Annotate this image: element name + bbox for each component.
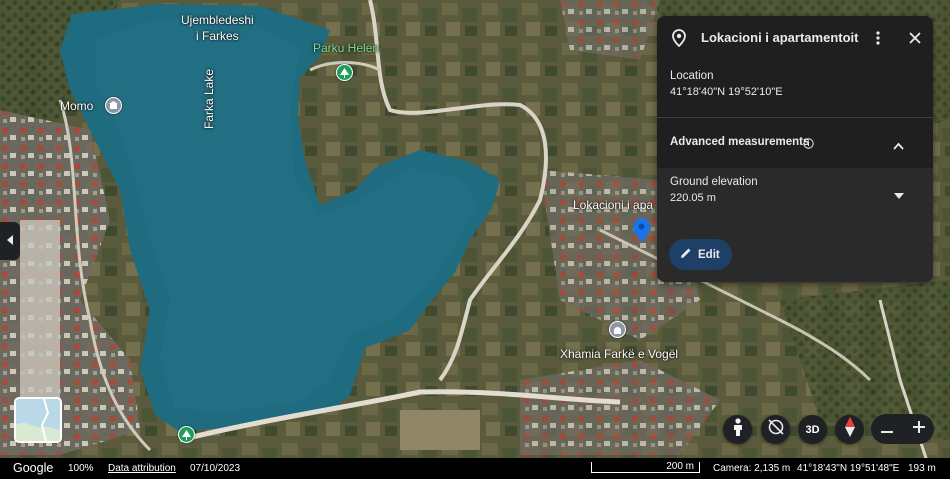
edit-label: Edit	[698, 248, 720, 261]
advanced-measurements-toggle[interactable]: Advanced measurements	[657, 124, 933, 160]
zoom-in-button[interactable]	[903, 414, 934, 444]
pencil-icon	[680, 246, 692, 264]
restaurant-icon[interactable]	[105, 97, 122, 114]
mosque-label[interactable]: Xhamia Farkë e Vogël	[560, 347, 678, 361]
panel-title: Lokacioni i apartamentoit	[701, 30, 859, 45]
scale-label: 200 m	[666, 461, 694, 472]
cursor-coordinates: 41°18'43"N 19°51'48"E	[797, 463, 900, 474]
expand-sidebar-button[interactable]	[0, 222, 20, 260]
location-label: Location	[670, 70, 714, 82]
rotate-off-icon	[767, 418, 785, 441]
toggle-3d-button[interactable]: 3D	[798, 415, 827, 444]
location-value: 41°18'40"N 19°52'10"E	[670, 86, 783, 98]
advanced-measurements-label: Advanced measurements	[670, 136, 810, 148]
bay-label-line2: i Farkes	[196, 29, 239, 43]
rotate-view-button[interactable]	[761, 415, 790, 444]
lake-label: Farka Lake	[202, 68, 217, 130]
chevron-left-icon	[6, 232, 14, 250]
street-view-button[interactable]	[723, 415, 752, 444]
bay-label-line1: Ujembledeshi	[181, 13, 254, 27]
close-icon[interactable]	[903, 26, 927, 50]
ground-elevation-label: Ground elevation	[670, 176, 758, 188]
ground-elevation-value: 220.05 m	[670, 192, 716, 204]
dropdown-arrow-icon[interactable]	[894, 186, 904, 204]
map-layer-toggle[interactable]	[14, 397, 62, 443]
panel-divider	[657, 117, 933, 118]
minus-icon	[880, 420, 893, 438]
pegman-icon	[732, 418, 744, 441]
compass-icon	[844, 417, 855, 442]
more-options-icon[interactable]	[866, 26, 890, 50]
zoom-controls	[871, 414, 934, 444]
dam-park-icon[interactable]	[178, 426, 195, 443]
panel-header: Lokacioni i apartamentoit	[657, 16, 933, 60]
location-info-panel: Lokacioni i apartamentoit Location 41°18…	[657, 16, 933, 282]
apartment-pin-label[interactable]: Lokacioni i apa	[573, 198, 653, 212]
edit-button[interactable]: Edit	[669, 239, 732, 270]
compass-button[interactable]	[835, 415, 864, 444]
google-logo: Google	[13, 461, 54, 475]
toggle-3d-label: 3D	[805, 423, 820, 436]
plus-icon	[912, 420, 925, 438]
status-bar: Google 100% Data attribution 07/10/2023 …	[0, 458, 950, 479]
data-attribution-link[interactable]: Data attribution	[108, 463, 176, 474]
map-layer-thumbnail	[16, 399, 60, 441]
location-pin-icon[interactable]	[633, 218, 650, 242]
scale-bar: 200 m	[591, 461, 700, 473]
zoom-percentage: 100%	[68, 463, 94, 474]
zoom-out-button[interactable]	[871, 414, 902, 444]
park-icon[interactable]	[336, 64, 353, 81]
momo-label[interactable]: Momo	[60, 99, 93, 113]
chevron-up-icon[interactable]	[893, 137, 904, 155]
camera-altitude: Camera: 2,135 m	[713, 463, 791, 474]
map-pin-icon	[667, 26, 691, 50]
mosque-icon[interactable]	[609, 321, 626, 338]
park-label[interactable]: Parku Helen	[313, 41, 379, 55]
cursor-elevation: 193 m	[908, 463, 936, 474]
info-icon[interactable]	[803, 136, 814, 154]
imagery-date: 07/10/2023	[190, 463, 241, 474]
